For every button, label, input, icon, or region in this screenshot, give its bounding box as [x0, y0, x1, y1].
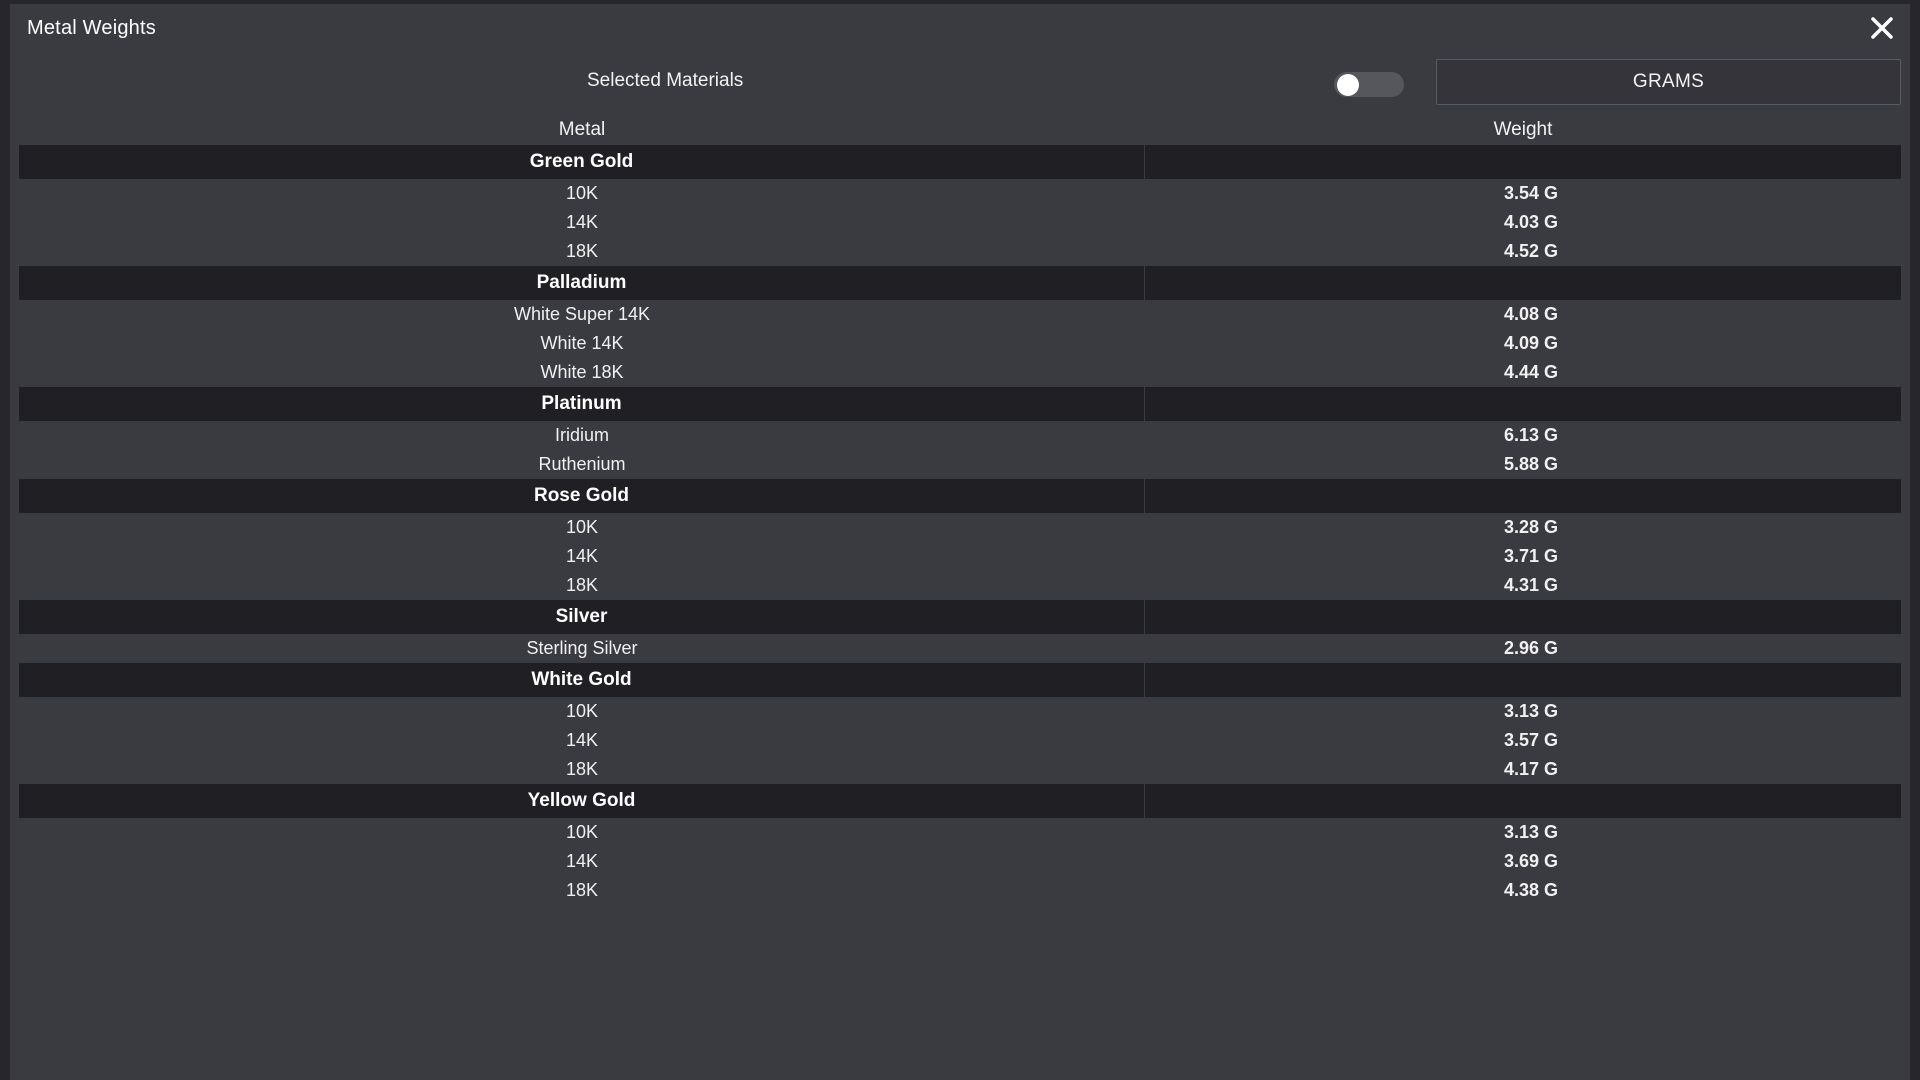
table-body: Green Gold 10K 3.54 G 14K 4.03 G 18K 4.52 G Pal…	[19, 145, 1901, 905]
column-header-metal: Metal	[558, 119, 606, 140]
weight-cell: 4.44 G	[1503, 362, 1559, 382]
table-row: 10K 3.28 G	[19, 513, 1901, 542]
metal-cell: White Super 14K	[513, 304, 651, 324]
metal-cell: 14K	[565, 851, 599, 871]
weight-cell: 6.13 G	[1503, 425, 1559, 445]
metal-cell: 18K	[565, 880, 599, 900]
weight-cell: 3.13 G	[1503, 701, 1559, 721]
table-row: 14K 3.69 G	[19, 847, 1901, 876]
table-row: 14K 4.03 G	[19, 208, 1901, 237]
group-name: Yellow Gold	[19, 784, 1145, 818]
weight-cell: 3.71 G	[1503, 546, 1559, 566]
table-row: Ruthenium 5.88 G	[19, 450, 1901, 479]
table-row: 14K 3.71 G	[19, 542, 1901, 571]
group-row: White Gold	[19, 663, 1901, 697]
metal-cell: 18K	[565, 241, 599, 261]
weight-cell: 4.03 G	[1503, 212, 1559, 232]
table-row: White Super 14K 4.08 G	[19, 300, 1901, 329]
metal-cell: Ruthenium	[538, 454, 626, 474]
table-row: 18K 4.52 G	[19, 237, 1901, 266]
weight-cell: 4.17 G	[1503, 759, 1559, 779]
weight-cell: 2.96 G	[1503, 638, 1559, 658]
weight-cell: 3.28 G	[1503, 517, 1559, 537]
group-weight-cell	[1145, 387, 1901, 421]
group-row: Green Gold	[19, 145, 1901, 179]
weight-cell: 4.09 G	[1503, 333, 1559, 353]
table-row: 18K 4.31 G	[19, 571, 1901, 600]
weight-cell: 4.31 G	[1503, 575, 1559, 595]
table-row: Sterling Silver 2.96 G	[19, 634, 1901, 663]
table-row: 18K 4.38 G	[19, 876, 1901, 905]
group-weight-cell	[1145, 145, 1901, 179]
weight-cell: 4.52 G	[1503, 241, 1559, 261]
metal-cell: 18K	[565, 759, 599, 779]
weight-cell: 4.08 G	[1503, 304, 1559, 324]
close-icon[interactable]	[1866, 12, 1898, 44]
metal-cell: 18K	[565, 575, 599, 595]
metal-cell: White 18K	[540, 362, 624, 382]
group-name: White Gold	[19, 663, 1145, 697]
metal-cell: 10K	[565, 701, 599, 721]
metal-cell: 10K	[565, 822, 599, 842]
toggle-knob	[1337, 74, 1359, 96]
selected-materials-toggle[interactable]	[1334, 72, 1404, 97]
metal-weights-table: Metal Weight Green Gold 10K 3.54 G 14K 4.03 …	[19, 115, 1901, 905]
metal-cell: Iridium	[554, 425, 609, 445]
weight-cell: 3.54 G	[1503, 183, 1559, 203]
weight-cell: 3.57 G	[1503, 730, 1559, 750]
weight-cell: 5.88 G	[1503, 454, 1559, 474]
metal-cell: 14K	[565, 730, 599, 750]
group-weight-cell	[1145, 600, 1901, 634]
metal-cell: Sterling Silver	[526, 638, 638, 658]
weight-cell: 4.38 G	[1503, 880, 1559, 900]
selected-materials-label: Selected Materials	[587, 70, 744, 91]
dialog-title: Metal Weights	[27, 17, 156, 39]
group-name: Rose Gold	[19, 479, 1145, 513]
weight-cell: 3.13 G	[1503, 822, 1559, 842]
group-row: Rose Gold	[19, 479, 1901, 513]
table-row: White 18K 4.44 G	[19, 358, 1901, 387]
group-row: Platinum	[19, 387, 1901, 421]
table-row: White 14K 4.09 G	[19, 329, 1901, 358]
table-row: Iridium 6.13 G	[19, 421, 1901, 450]
group-weight-cell	[1145, 266, 1901, 300]
table-row: 18K 4.17 G	[19, 755, 1901, 784]
table-header-row: Metal Weight	[19, 115, 1901, 145]
metal-cell: 14K	[565, 546, 599, 566]
metal-cell: White 14K	[540, 333, 624, 353]
metal-cell: 10K	[565, 183, 599, 203]
group-row: Silver	[19, 600, 1901, 634]
group-row: Palladium	[19, 266, 1901, 300]
unit-select-button[interactable]: GRAMS	[1436, 59, 1901, 105]
group-weight-cell	[1145, 479, 1901, 513]
table-row: 10K 3.54 G	[19, 179, 1901, 208]
group-name: Silver	[19, 600, 1145, 634]
weight-cell: 3.69 G	[1503, 851, 1559, 871]
column-header-weight: Weight	[1493, 119, 1553, 140]
metal-cell: 10K	[565, 517, 599, 537]
metal-cell: 14K	[565, 212, 599, 232]
group-name: Platinum	[19, 387, 1145, 421]
group-weight-cell	[1145, 784, 1901, 818]
group-name: Palladium	[19, 266, 1145, 300]
group-row: Yellow Gold	[19, 784, 1901, 818]
group-weight-cell	[1145, 663, 1901, 697]
group-name: Green Gold	[19, 145, 1145, 179]
table-row: 10K 3.13 G	[19, 697, 1901, 726]
table-row: 10K 3.13 G	[19, 818, 1901, 847]
metal-weights-dialog: Metal Weights Selected Materials GRAMS M…	[10, 4, 1910, 1080]
table-row: 14K 3.57 G	[19, 726, 1901, 755]
